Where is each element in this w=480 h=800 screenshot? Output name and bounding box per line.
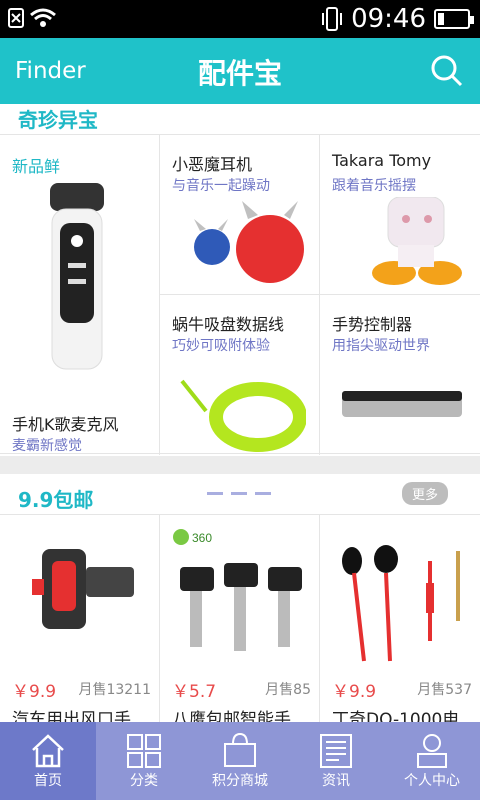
microphone-image (50, 183, 104, 370)
cable-image (180, 379, 306, 452)
tile-title: Takara Tomy (332, 151, 432, 170)
product-name: 汽车用出风口手 (12, 710, 131, 722)
tile-title: 蜗牛吸盘数据线 (172, 315, 285, 334)
tile-gesture-controller[interactable]: 手势控制器 用指尖驱动世界 (320, 295, 480, 455)
svg-text:360: 360 (192, 531, 212, 545)
tab-profile[interactable]: 个人中心 (384, 722, 480, 800)
tile-subtitle: 与音乐一起躁动 (172, 178, 270, 194)
tile-snail-cable[interactable]: 蜗牛吸盘数据线 巧妙可吸附体验 (160, 295, 320, 455)
main-content[interactable]: 奇珍异宝 新品鲜 手机K歌麦克风 麦霸新感觉 小恶魔耳机 与音乐一起躁动 Tak… (0, 104, 480, 722)
product-card[interactable]: ￥9.9 月售13211 汽车用出风口手 (0, 515, 160, 722)
sim-icon (8, 8, 24, 28)
product-name: 丁奇DQ-1000电 (332, 710, 460, 722)
product-card[interactable]: 360 ￥5.7 月售85 八鹰包邮智能手 (160, 515, 320, 722)
product-grid: ￥9.9 月售13211 汽车用出风口手 360 ￥5.7 月售85 八鹰包邮智… (0, 514, 480, 722)
tile-title: 手势控制器 (332, 315, 413, 334)
section-title-free-shipping: 9.9包邮 (18, 488, 94, 512)
product-sales: 月售537 (417, 682, 472, 698)
shop-bag-icon (224, 732, 256, 767)
tab-label: 个人中心 (404, 773, 460, 789)
earphones-image (342, 545, 460, 662)
tile-devil-earphone[interactable]: 小恶魔耳机 与音乐一起躁动 (160, 135, 320, 295)
tile-label-new: 新品鲜 (12, 157, 61, 176)
tab-label: 资讯 (322, 773, 350, 789)
product-sales: 月售85 (265, 682, 311, 698)
tab-label: 积分商城 (212, 773, 268, 789)
devil-speaker-image (194, 201, 304, 283)
tile-name: 手机K歌麦克风 (12, 415, 119, 434)
tile-subtitle: 跟着音乐摇摆 (332, 178, 416, 194)
product-name: 八鹰包邮智能手 (172, 710, 291, 722)
status-icons-left (8, 8, 56, 28)
product-price: ￥5.7 (172, 682, 217, 702)
product-card[interactable]: ￥9.9 月售537 丁奇DQ-1000电 (320, 515, 480, 722)
tab-points-mall[interactable]: 积分商城 (192, 722, 288, 800)
home-icon (32, 734, 64, 768)
product-price: ￥9.9 (12, 682, 57, 702)
tab-label: 分类 (130, 773, 158, 789)
tab-label: 首页 (34, 773, 62, 789)
tile-takara-tomy[interactable]: Takara Tomy 跟着音乐摇摆 (320, 135, 480, 295)
wifi-icon (30, 8, 56, 27)
vibrate-icon (322, 7, 343, 31)
more-button[interactable]: 更多 (401, 482, 448, 505)
leap-motion-image (342, 391, 462, 417)
category-icon (127, 734, 161, 768)
smart-keys-image (180, 563, 302, 651)
product-sales: 月售13211 (78, 682, 151, 698)
featured-grid: 新品鲜 手机K歌麦克风 麦霸新感觉 小恶魔耳机 与音乐一起躁动 Takara T… (0, 134, 480, 455)
product-price: ￥9.9 (332, 682, 377, 702)
section-header-9-9: 9.9包邮 更多 (0, 474, 480, 514)
section-title-rarities: 奇珍异宝 (18, 108, 98, 132)
phone-holder-image (32, 549, 134, 629)
tab-home[interactable]: 首页 (0, 722, 96, 800)
app-header: Finder 配件宝 (0, 38, 480, 104)
tab-category[interactable]: 分类 (96, 722, 192, 800)
tab-news[interactable]: 资讯 (288, 722, 384, 800)
dancing-speaker-image (372, 197, 462, 285)
battery-icon (434, 9, 474, 29)
user-icon (417, 734, 447, 768)
pager-indicator (207, 492, 271, 495)
section-divider (0, 456, 480, 474)
page-title: 配件宝 (197, 57, 282, 90)
search-icon[interactable] (430, 54, 464, 88)
tile-karaoke-mic[interactable]: 新品鲜 手机K歌麦克风 麦霸新感觉 (0, 135, 160, 455)
tile-subtitle: 巧妙可吸附体验 (172, 338, 270, 354)
news-icon (320, 734, 352, 768)
tile-subtitle: 麦霸新感觉 (12, 438, 82, 454)
logo-360-icon: 360 (173, 529, 212, 545)
status-time: 09:46 (351, 4, 426, 34)
tile-title: 小恶魔耳机 (172, 155, 253, 174)
tile-subtitle: 用指尖驱动世界 (332, 338, 430, 354)
status-bar: 09:46 (0, 0, 480, 38)
bottom-tab-bar: 首页 分类 积分商城 资讯 个人中心 (0, 722, 480, 800)
